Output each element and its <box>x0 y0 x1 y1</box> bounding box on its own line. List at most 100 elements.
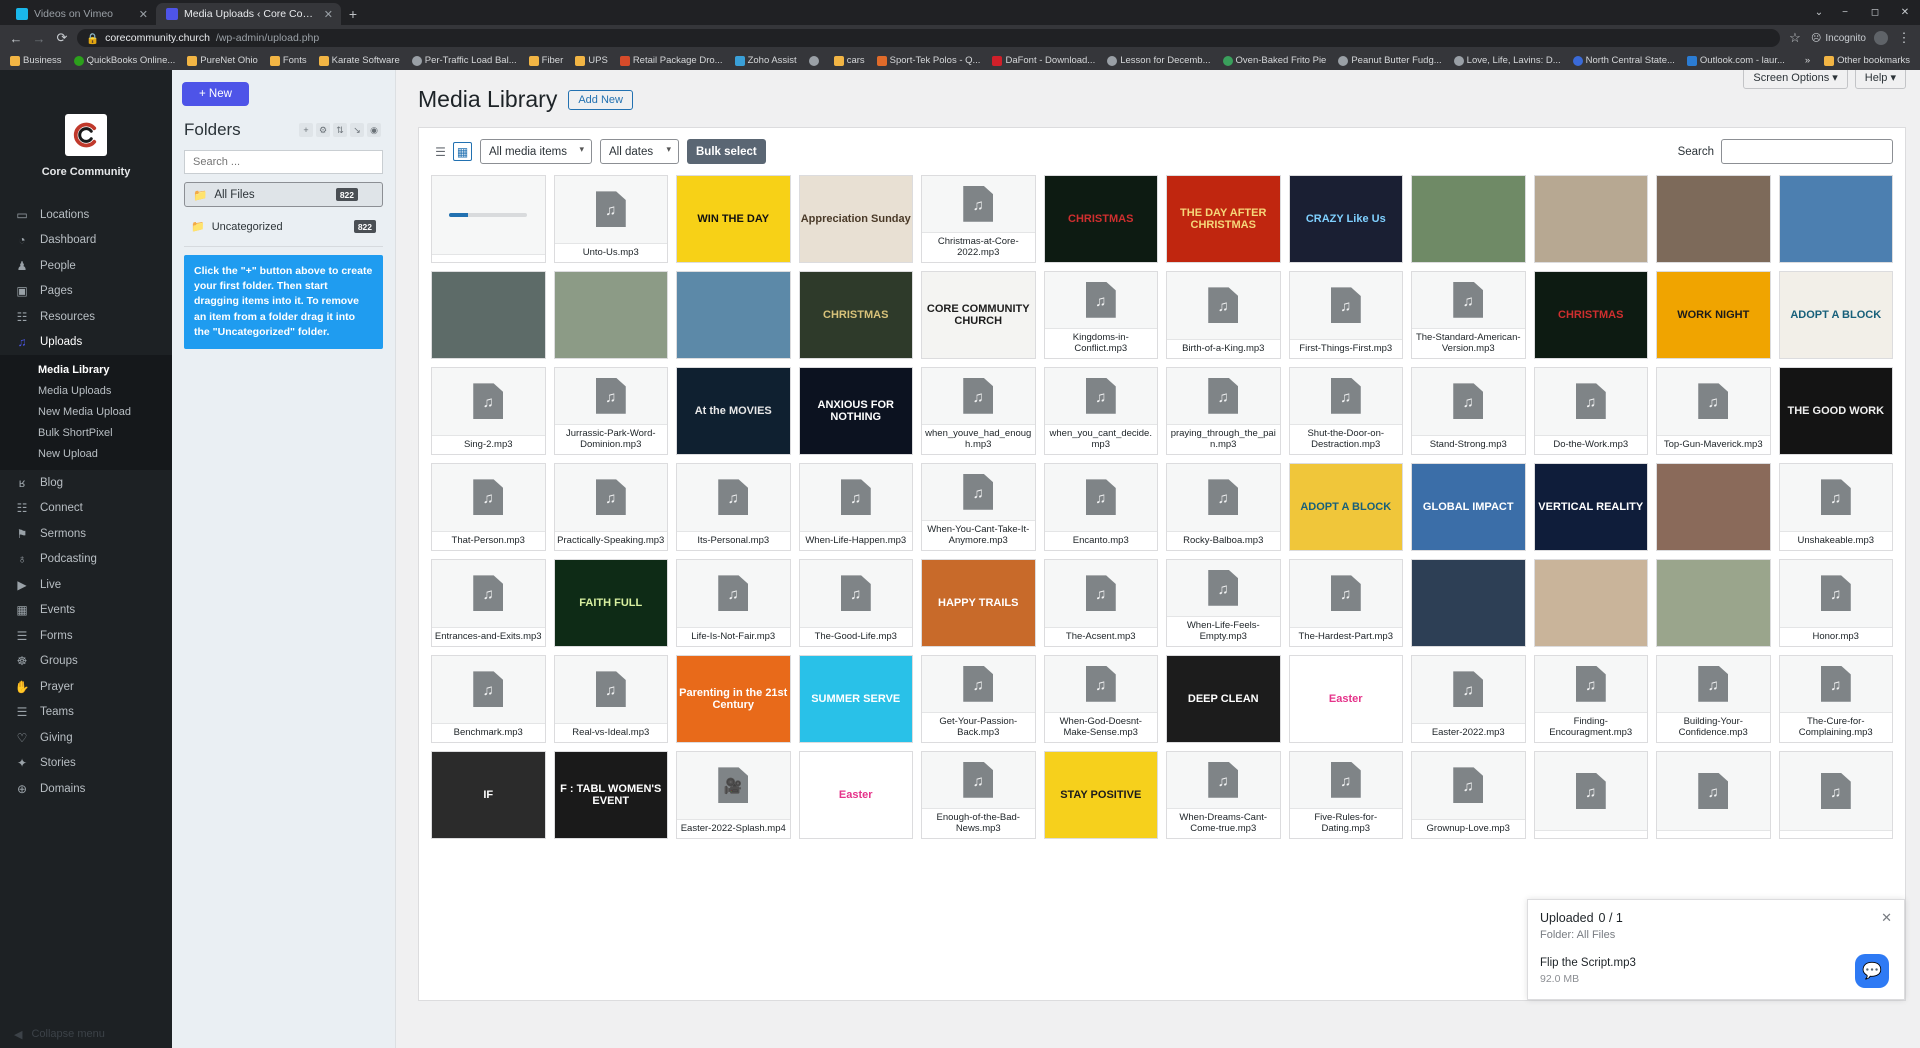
media-grid-item[interactable]: Easter <box>798 751 913 839</box>
media-grid-item[interactable]: ♫ When-Life-Happen.mp3 <box>798 463 913 551</box>
folder-item-uncategorized[interactable]: 📁 Uncategorized 822 <box>184 215 383 238</box>
media-grid-item[interactable]: ♫ Grownup-Love.mp3 <box>1411 751 1526 839</box>
media-grid-item[interactable]: ♫ Building-Your-Confidence.mp3 <box>1656 655 1771 743</box>
media-grid-item[interactable]: ♫ When-Life-Feels-Empty.mp3 <box>1166 559 1281 647</box>
bookmark-item[interactable]: Fonts <box>264 55 313 66</box>
media-grid-item[interactable]: Easter <box>1288 655 1403 743</box>
sidebar-item-giving[interactable]: ♡ Giving <box>0 725 172 751</box>
profile-avatar[interactable] <box>1874 31 1888 45</box>
bookmark-item[interactable]: Fiber <box>523 55 570 66</box>
media-grid-item[interactable]: ♫ Honor.mp3 <box>1778 559 1893 647</box>
media-grid-item[interactable]: THE DAY AFTER CHRISTMAS <box>1166 175 1281 263</box>
media-grid-item[interactable]: ♫ Its-Personal.mp3 <box>676 463 791 551</box>
media-grid-item[interactable]: ♫ <box>1533 751 1648 839</box>
browser-menu-icon[interactable]: ⋮ <box>1896 30 1912 46</box>
media-grid-item[interactable]: ANXIOUS FOR NOTHING <box>798 367 913 455</box>
media-grid-item[interactable]: ♫ <box>1778 751 1893 839</box>
new-button[interactable]: + New <box>182 82 249 106</box>
bookmark-item[interactable]: cars <box>828 55 871 66</box>
media-grid-item[interactable] <box>1533 175 1648 263</box>
media-grid-item[interactable] <box>1656 559 1771 647</box>
sidebar-item-uploads[interactable]: ♫ Uploads <box>0 330 172 356</box>
list-view-icon[interactable]: ☰ <box>431 142 450 161</box>
media-grid-item[interactable]: ADOPT A BLOCK <box>1288 463 1403 551</box>
help-button[interactable]: Help ▾ <box>1854 70 1906 89</box>
media-grid-item[interactable] <box>1656 463 1771 551</box>
sidebar-item-stories[interactable]: ✦ Stories <box>0 751 172 777</box>
media-grid-item[interactable]: ♫ First-Things-First.mp3 <box>1288 271 1403 359</box>
sidebar-item-podcasting[interactable]: ♁ Podcasting <box>0 547 172 573</box>
media-grid-item[interactable] <box>1411 175 1526 263</box>
media-grid-item[interactable]: ♫ Stand-Strong.mp3 <box>1411 367 1526 455</box>
media-grid-item[interactable]: THE GOOD WORK <box>1778 367 1893 455</box>
address-bar[interactable]: 🔒 corecommunity.church/wp-admin/upload.p… <box>77 29 1780 47</box>
media-grid-item[interactable]: ♫ Five-Rules-for-Dating.mp3 <box>1288 751 1403 839</box>
submenu-item-bulk-shortpixel[interactable]: Bulk ShortPixel <box>0 422 172 443</box>
add-new-button[interactable]: Add New <box>568 89 633 110</box>
media-grid-item[interactable]: ♫ praying_through_the_pain.mp3 <box>1166 367 1281 455</box>
back-icon[interactable]: ← <box>8 31 24 46</box>
media-grid-item[interactable]: ♫ Enough-of-the-Bad-News.mp3 <box>921 751 1036 839</box>
chat-bubble-icon[interactable]: 💬 <box>1855 954 1889 988</box>
media-grid-item[interactable]: ♫ Kingdoms-in-Conflict.mp3 <box>1043 271 1158 359</box>
minimize-button[interactable]: − <box>1830 0 1860 25</box>
bookmark-item[interactable]: Sport-Tek Polos - Q... <box>871 55 987 66</box>
browser-tab-media-uploads[interactable]: Media Uploads ‹ Core Communit ✕ <box>156 3 341 25</box>
media-grid-item[interactable]: ♫ That-Person.mp3 <box>431 463 546 551</box>
media-grid-item[interactable]: ♫ The-Standard-American-Version.mp3 <box>1411 271 1526 359</box>
media-grid-item[interactable]: IF <box>431 751 546 839</box>
media-grid-item[interactable]: ♫ when_youve_had_enough.mp3 <box>921 367 1036 455</box>
bookmarks-overflow-button[interactable]: » <box>1799 55 1816 66</box>
sidebar-item-forms[interactable]: ☰ Forms <box>0 623 172 649</box>
media-grid-item[interactable]: ♫ Birth-of-a-King.mp3 <box>1166 271 1281 359</box>
sidebar-item-events[interactable]: ▦ Events <box>0 598 172 624</box>
bookmark-star-icon[interactable]: ☆ <box>1787 30 1803 46</box>
media-grid-item[interactable]: CHRISTMAS <box>1043 175 1158 263</box>
bookmark-item[interactable]: Zoho Assist <box>729 55 803 66</box>
media-grid-item[interactable]: 🎥 Easter-2022-Splash.mp4 <box>676 751 791 839</box>
media-grid-item[interactable]: SUMMER SERVE <box>798 655 913 743</box>
bookmark-item[interactable] <box>803 55 828 66</box>
media-grid-item[interactable]: ADOPT A BLOCK <box>1778 271 1893 359</box>
sidebar-item-people[interactable]: ♟ People <box>0 253 172 279</box>
bookmark-item[interactable]: Per-Traffic Load Bal... <box>406 55 523 66</box>
sidebar-item-sermons[interactable]: ⚑ Sermons <box>0 521 172 547</box>
search-input[interactable] <box>1721 139 1893 164</box>
media-grid-item[interactable] <box>553 271 668 359</box>
bookmark-item[interactable]: PureNet Ohio <box>181 55 264 66</box>
media-grid-item[interactable]: WORK NIGHT <box>1656 271 1771 359</box>
media-grid-item[interactable]: F : TABL WOMEN'S EVENT <box>553 751 668 839</box>
media-grid-item[interactable]: Parenting in the 21st Century <box>676 655 791 743</box>
media-grid-item[interactable]: DEEP CLEAN <box>1166 655 1281 743</box>
sidebar-item-groups[interactable]: ☸ Groups <box>0 649 172 675</box>
submenu-item-new-media-upload[interactable]: New Media Upload <box>0 401 172 422</box>
media-grid-item[interactable]: ♫ The-Hardest-Part.mp3 <box>1288 559 1403 647</box>
bookmark-item[interactable]: DaFont - Download... <box>986 55 1101 66</box>
media-grid-item[interactable]: ♫ Christmas-at-Core-2022.mp3 <box>921 175 1036 263</box>
media-grid-item[interactable]: ♫ Rocky-Balboa.mp3 <box>1166 463 1281 551</box>
gear-icon[interactable]: ⚙ <box>316 123 330 137</box>
media-grid-item[interactable]: ♫ Do-the-Work.mp3 <box>1533 367 1648 455</box>
bookmark-item[interactable]: North Central State... <box>1567 55 1681 66</box>
bulk-select-button[interactable]: Bulk select <box>687 139 766 164</box>
media-grid-item[interactable]: ♫ Top-Gun-Maverick.mp3 <box>1656 367 1771 455</box>
media-grid-item[interactable]: ♫ The-Good-Life.mp3 <box>798 559 913 647</box>
folders-search-input[interactable] <box>184 150 383 174</box>
bookmark-item[interactable]: Retail Package Dro... <box>614 55 729 66</box>
sort-icon[interactable]: ⇅ <box>333 123 347 137</box>
media-grid-item[interactable]: ♫ When-Dreams-Cant-Come-true.mp3 <box>1166 751 1281 839</box>
browser-tab-vimeo[interactable]: Videos on Vimeo ✕ <box>6 3 156 25</box>
media-grid-item[interactable]: WIN THE DAY <box>676 175 791 263</box>
media-grid-item[interactable]: ♫ The-Acsent.mp3 <box>1043 559 1158 647</box>
sidebar-item-prayer[interactable]: ✋ Prayer <box>0 674 172 700</box>
media-grid-item[interactable] <box>431 175 546 263</box>
media-grid-item[interactable]: ♫ when_you_cant_decide.mp3 <box>1043 367 1158 455</box>
media-grid-item[interactable] <box>1778 175 1893 263</box>
reload-icon[interactable]: ⟳ <box>54 30 70 46</box>
bookmark-item[interactable]: Karate Software <box>313 55 406 66</box>
submenu-item-media-uploads[interactable]: Media Uploads <box>0 380 172 401</box>
grid-view-icon[interactable]: ▦ <box>453 142 472 161</box>
media-grid-item[interactable]: ♫ When-You-Cant-Take-It-Anymore.mp3 <box>921 463 1036 551</box>
eye-icon[interactable]: ◉ <box>367 123 381 137</box>
bookmark-item[interactable]: UPS <box>569 55 614 66</box>
